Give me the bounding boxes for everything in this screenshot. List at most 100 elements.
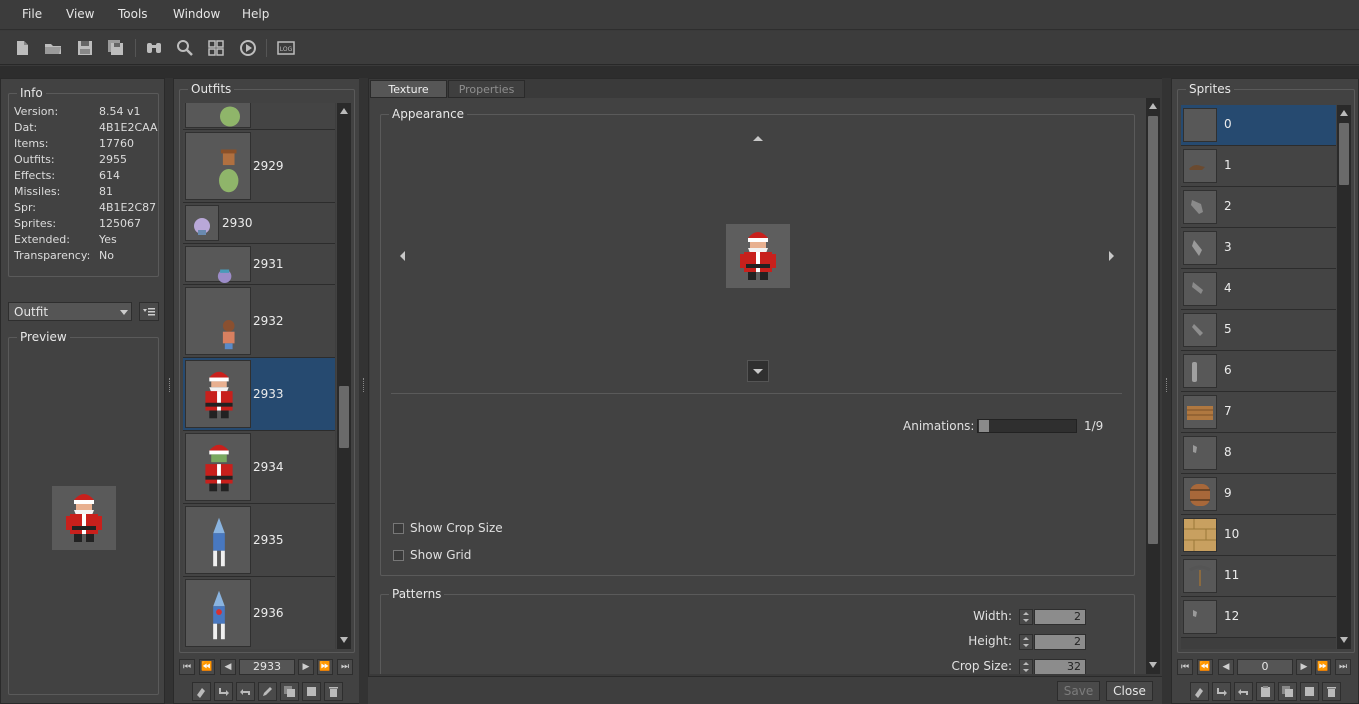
scroll-down-icon[interactable] <box>1340 637 1348 643</box>
crop-size-stepper[interactable] <box>1019 659 1033 674</box>
tab-texture[interactable]: Texture <box>370 80 447 98</box>
new-button[interactable] <box>1300 682 1319 701</box>
animation-slider-handle[interactable] <box>979 420 989 432</box>
duplicate-button[interactable] <box>280 682 299 701</box>
filter-button[interactable] <box>139 302 159 321</box>
list-item[interactable]: 5 <box>1181 310 1336 351</box>
list-item[interactable]: 8 <box>1181 433 1336 474</box>
crop-size-label: Crop Size: <box>951 659 1013 673</box>
next-button[interactable]: ▶ <box>298 659 314 675</box>
new-button[interactable] <box>302 682 321 701</box>
crop-size-field[interactable]: 32 <box>1034 659 1086 674</box>
direction-south-button[interactable] <box>747 360 769 382</box>
tab-properties[interactable]: Properties <box>448 80 525 98</box>
sprite-grid-icon[interactable] <box>206 38 226 58</box>
animation-slider[interactable] <box>977 419 1077 433</box>
pattern-height-field[interactable]: 2 <box>1034 634 1086 650</box>
undo-button[interactable] <box>1234 682 1253 701</box>
search-icon[interactable] <box>175 38 195 58</box>
menu-view[interactable]: View <box>66 7 94 21</box>
delete-button[interactable] <box>1322 682 1341 701</box>
list-item[interactable]: 2934 <box>183 431 335 504</box>
new-file-icon[interactable] <box>12 38 32 58</box>
scroll-thumb[interactable] <box>1148 116 1158 544</box>
list-item[interactable]: 2930 <box>183 203 335 244</box>
first-page-button[interactable]: ⏮ <box>1177 659 1193 675</box>
direction-east-icon[interactable] <box>1108 250 1116 262</box>
list-item[interactable]: 2935 <box>183 504 335 577</box>
list-item[interactable]: 10 <box>1181 515 1336 556</box>
scroll-up-icon[interactable] <box>340 108 348 114</box>
pattern-width-field[interactable]: 2 <box>1034 609 1086 625</box>
pattern-width-stepper[interactable] <box>1019 609 1033 625</box>
close-button[interactable]: Close <box>1106 681 1153 701</box>
scroll-up-icon[interactable] <box>1340 110 1348 116</box>
toolbar-separator <box>266 39 267 57</box>
prev-fast-button[interactable]: ⏪ <box>1197 659 1213 675</box>
next-button[interactable]: ▶ <box>1296 659 1312 675</box>
sprite-image <box>1192 240 1202 256</box>
scroll-down-icon[interactable] <box>1149 662 1157 668</box>
play-icon[interactable] <box>238 38 258 58</box>
menu-file[interactable]: File <box>22 7 42 21</box>
undo-icon <box>1238 689 1248 695</box>
editor-scrollbar[interactable] <box>1146 98 1160 674</box>
list-item[interactable]: 2931 <box>183 244 335 285</box>
next-fast-button[interactable]: ⏩ <box>317 659 333 675</box>
list-item[interactable]: 1 <box>1181 146 1336 187</box>
list-item[interactable]: 7 <box>1181 392 1336 433</box>
list-item[interactable]: 0 <box>1181 105 1336 146</box>
duplicate-button[interactable] <box>1278 682 1297 701</box>
save-icon[interactable] <box>75 38 95 58</box>
last-page-button[interactable]: ⏭ <box>1335 659 1351 675</box>
undo-button[interactable] <box>236 682 255 701</box>
prev-button[interactable]: ◀ <box>220 659 236 675</box>
list-item[interactable]: 2929 <box>183 130 335 203</box>
scroll-thumb[interactable] <box>339 386 349 448</box>
list-item[interactable]: 4 <box>1181 269 1336 310</box>
export-button[interactable] <box>1212 682 1231 701</box>
save-button[interactable]: Save <box>1057 681 1100 701</box>
list-item[interactable] <box>183 103 335 130</box>
export-button[interactable] <box>214 682 233 701</box>
menu-window[interactable]: Window <box>173 7 220 21</box>
list-item[interactable]: 2933 <box>183 358 335 431</box>
first-page-button[interactable]: ⏮ <box>179 659 195 675</box>
save-as-icon[interactable] <box>106 38 126 58</box>
scroll-up-icon[interactable] <box>1149 103 1157 109</box>
pattern-height-stepper[interactable] <box>1019 634 1033 650</box>
replace-button[interactable] <box>192 682 211 701</box>
list-item[interactable]: 2932 <box>183 285 335 358</box>
scroll-thumb[interactable] <box>1339 123 1349 185</box>
find-icon[interactable] <box>144 38 164 58</box>
list-item[interactable]: 9 <box>1181 474 1336 515</box>
menu-help[interactable]: Help <box>242 7 269 21</box>
log-icon[interactable]: LOG <box>276 38 296 58</box>
menu-tools[interactable]: Tools <box>118 7 148 21</box>
category-select[interactable]: Outfit <box>8 302 132 321</box>
delete-button[interactable] <box>324 682 343 701</box>
open-folder-icon[interactable] <box>43 38 63 58</box>
next-fast-button[interactable]: ⏩ <box>1315 659 1331 675</box>
list-item[interactable]: 2936 <box>183 577 335 649</box>
outfit-id-field[interactable]: 2933 <box>239 659 295 675</box>
last-page-button[interactable]: ⏭ <box>337 659 353 675</box>
sprite-id-field[interactable]: 0 <box>1237 659 1293 675</box>
prev-fast-button[interactable]: ⏪ <box>199 659 215 675</box>
list-item[interactable]: 3 <box>1181 228 1336 269</box>
edit-button[interactable] <box>258 682 277 701</box>
prev-button[interactable]: ◀ <box>1218 659 1234 675</box>
outfits-scrollbar[interactable] <box>337 103 351 649</box>
direction-west-icon[interactable] <box>398 250 406 262</box>
replace-button[interactable] <box>1190 682 1209 701</box>
list-item[interactable]: 11 <box>1181 556 1336 597</box>
paste-button[interactable] <box>1256 682 1275 701</box>
list-item[interactable]: 12 <box>1181 597 1336 638</box>
list-item[interactable]: 2 <box>1181 187 1336 228</box>
list-item[interactable]: 6 <box>1181 351 1336 392</box>
scroll-down-icon[interactable] <box>340 637 348 643</box>
show-crop-size-checkbox[interactable] <box>393 523 404 534</box>
show-grid-checkbox[interactable] <box>393 550 404 561</box>
direction-north-icon[interactable] <box>752 134 764 142</box>
sprites-scrollbar[interactable] <box>1337 105 1351 649</box>
